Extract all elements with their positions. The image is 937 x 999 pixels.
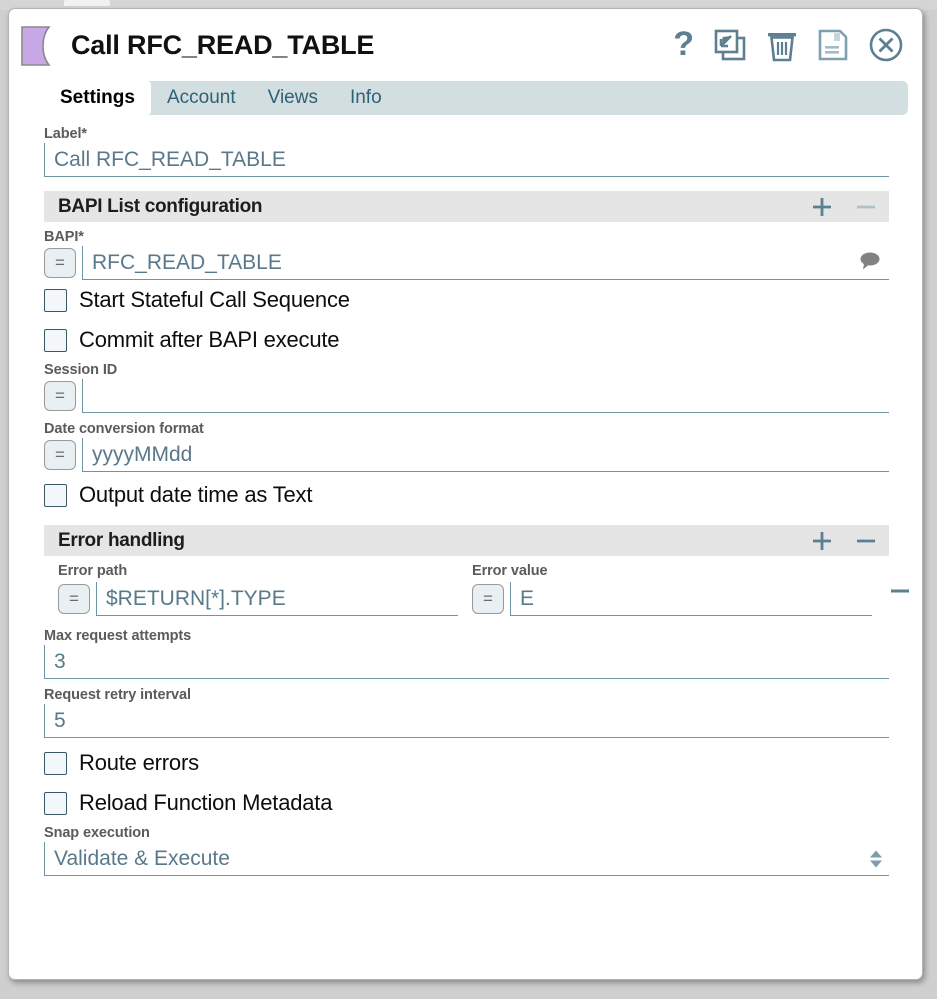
- dialog-titlebar: Call RFC_READ_TABLE ?: [9, 9, 922, 81]
- route-errors-checkbox-label: Route errors: [79, 750, 199, 775]
- page-title: Call RFC_READ_TABLE: [71, 29, 375, 60]
- snap-shape-icon: [21, 26, 51, 66]
- max-attempts-block: Max request attempts 3: [44, 628, 889, 679]
- tab-views[interactable]: Views: [252, 81, 334, 115]
- error-value-row: = E: [472, 582, 872, 616]
- snap-execution-select[interactable]: Validate & Execute: [44, 842, 889, 876]
- snap-execution-value: Validate & Execute: [54, 846, 230, 870]
- max-attempts-caption: Max request attempts: [44, 628, 192, 644]
- error-row-remove-button[interactable]: [889, 580, 911, 607]
- stateful-checkbox-row[interactable]: Start Stateful Call Sequence: [44, 280, 889, 320]
- error-value-input-value: E: [520, 586, 535, 610]
- date-format-caption: Date conversion format: [44, 421, 204, 437]
- error-section-controls: [811, 530, 877, 552]
- settings-form: Label* Call RFC_READ_TABLE BAPI List con…: [9, 115, 922, 876]
- bapi-expression-toggle[interactable]: =: [44, 248, 76, 278]
- label-input-value: Call RFC_READ_TABLE: [54, 147, 286, 171]
- error-value-caption: Error value: [472, 563, 548, 579]
- date-format-expression-toggle[interactable]: =: [44, 440, 76, 470]
- retry-interval-block: Request retry interval 5: [44, 687, 889, 738]
- chevron-down-icon: [870, 860, 882, 867]
- spinner-arrows-icon[interactable]: [870, 850, 882, 867]
- error-handling-grid: Error path = $RETURN[*].TYPE Error value…: [44, 563, 909, 616]
- route-errors-checkbox[interactable]: [44, 751, 67, 775]
- bapi-remove-button[interactable]: [855, 196, 877, 218]
- tab-info[interactable]: Info: [334, 81, 398, 115]
- background-tab-stub: [64, 0, 110, 6]
- session-id-input[interactable]: [82, 379, 889, 413]
- error-path-column: Error path = $RETURN[*].TYPE: [58, 563, 458, 616]
- bapi-input[interactable]: RFC_READ_TABLE: [82, 246, 889, 280]
- date-format-input-value: yyyyMMdd: [92, 442, 193, 466]
- error-path-caption: Error path: [58, 563, 128, 579]
- retry-interval-input[interactable]: 5: [44, 704, 889, 738]
- error-add-button[interactable]: [811, 530, 833, 552]
- delete-icon[interactable]: [766, 28, 798, 62]
- stateful-checkbox[interactable]: [44, 288, 67, 312]
- output-datetime-checkbox-label: Output date time as Text: [79, 482, 313, 507]
- retry-interval-input-value: 5: [54, 708, 66, 732]
- label-field-caption: Label*: [44, 126, 87, 142]
- reload-metadata-checkbox-row[interactable]: Reload Function Metadata: [44, 783, 889, 823]
- save-icon[interactable]: [817, 28, 849, 62]
- help-icon[interactable]: ?: [673, 27, 694, 61]
- bapi-input-value: RFC_READ_TABLE: [92, 250, 282, 274]
- session-id-row: =: [44, 379, 889, 413]
- commit-checkbox[interactable]: [44, 328, 67, 352]
- tabbar: Settings Account Views Info: [34, 81, 908, 115]
- bapi-field-caption: BAPI*: [44, 229, 84, 245]
- chevron-up-icon: [870, 850, 882, 857]
- error-path-input-value: $RETURN[*].TYPE: [106, 586, 286, 610]
- tab-account[interactable]: Account: [151, 81, 252, 115]
- bapi-field-block: BAPI* = RFC_READ_TABLE: [44, 229, 889, 280]
- reload-metadata-checkbox[interactable]: [44, 791, 67, 815]
- error-path-row: = $RETURN[*].TYPE: [58, 582, 458, 616]
- session-id-caption: Session ID: [44, 362, 118, 378]
- commit-checkbox-label: Commit after BAPI execute: [79, 327, 340, 352]
- reload-metadata-checkbox-label: Reload Function Metadata: [79, 790, 333, 815]
- stateful-checkbox-label: Start Stateful Call Sequence: [79, 287, 350, 312]
- error-section-header: Error handling: [44, 525, 889, 556]
- snap-settings-dialog: Call RFC_READ_TABLE ? Settings Account V…: [8, 8, 923, 980]
- commit-checkbox-row[interactable]: Commit after BAPI execute: [44, 320, 889, 360]
- output-datetime-checkbox-row[interactable]: Output date time as Text: [44, 475, 889, 515]
- close-icon[interactable]: [868, 27, 904, 63]
- comment-icon[interactable]: [859, 250, 881, 275]
- error-path-input[interactable]: $RETURN[*].TYPE: [96, 582, 458, 616]
- snap-execution-block: Snap execution Validate & Execute: [44, 825, 889, 876]
- error-section-title: Error handling: [58, 529, 185, 551]
- error-remove-button[interactable]: [855, 530, 877, 552]
- bapi-section-header: BAPI List configuration: [44, 191, 889, 222]
- date-format-row: = yyyyMMdd: [44, 438, 889, 472]
- bapi-section-controls: [811, 196, 877, 218]
- retry-interval-caption: Request retry interval: [44, 687, 191, 703]
- session-id-block: Session ID =: [44, 362, 889, 413]
- titlebar-actions: ?: [673, 27, 908, 63]
- bapi-add-button[interactable]: [811, 196, 833, 218]
- app-root: Call RFC_READ_TABLE ? Settings Account V…: [0, 0, 937, 999]
- error-value-column: Error value = E: [472, 563, 909, 616]
- session-id-expression-toggle[interactable]: =: [44, 381, 76, 411]
- max-attempts-input[interactable]: 3: [44, 645, 889, 679]
- date-format-input[interactable]: yyyyMMdd: [82, 438, 889, 472]
- tab-settings[interactable]: Settings: [34, 81, 151, 115]
- error-path-expression-toggle[interactable]: =: [58, 584, 90, 614]
- label-input[interactable]: Call RFC_READ_TABLE: [44, 143, 889, 177]
- duplicate-icon[interactable]: [713, 28, 747, 62]
- output-datetime-checkbox[interactable]: [44, 483, 67, 507]
- date-format-block: Date conversion format = yyyyMMdd: [44, 421, 889, 472]
- error-value-input[interactable]: E: [510, 582, 872, 616]
- snap-execution-caption: Snap execution: [44, 825, 150, 841]
- error-value-expression-toggle[interactable]: =: [472, 584, 504, 614]
- bapi-field-row: = RFC_READ_TABLE: [44, 246, 889, 280]
- bapi-section-title: BAPI List configuration: [58, 195, 263, 217]
- route-errors-checkbox-row[interactable]: Route errors: [44, 743, 889, 783]
- max-attempts-input-value: 3: [54, 649, 66, 673]
- label-field-block: Label* Call RFC_READ_TABLE: [44, 126, 889, 177]
